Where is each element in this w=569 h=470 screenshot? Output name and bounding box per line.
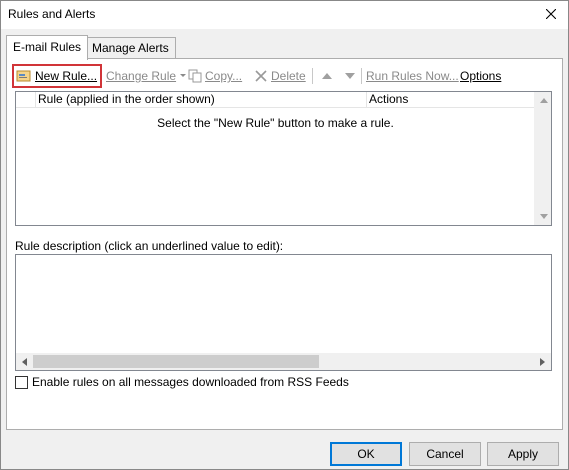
toolbar-separator <box>361 68 362 84</box>
delete-icon <box>254 69 268 83</box>
rule-column-header[interactable]: Rule (applied in the order shown) <box>36 92 367 107</box>
actions-column-header[interactable]: Actions <box>367 92 535 107</box>
copy-button[interactable]: Copy... <box>188 64 242 88</box>
cancel-button[interactable]: Cancel <box>409 442 481 466</box>
chevron-down-icon <box>539 214 548 219</box>
arrow-down-icon <box>345 73 355 79</box>
description-horizontal-scrollbar[interactable] <box>16 353 551 370</box>
ok-button-label: OK <box>357 447 375 461</box>
new-rule-icon <box>16 69 32 83</box>
new-rule-label: New Rule... <box>35 69 98 83</box>
ok-button[interactable]: OK <box>330 442 402 466</box>
run-rules-now-label: Run Rules Now... <box>366 69 459 83</box>
options-button[interactable]: Options <box>460 64 501 88</box>
rule-description-label: Rule description (click an underlined va… <box>15 239 284 253</box>
change-rule-button[interactable]: Change Rule <box>106 64 187 88</box>
tab-email-rules-label: E-mail Rules <box>13 40 82 54</box>
close-button[interactable] <box>538 3 564 25</box>
rss-checkbox-label: Enable rules on all messages downloaded … <box>32 375 349 389</box>
rules-list-scrollbar[interactable] <box>534 92 551 225</box>
title-bar: Rules and Alerts <box>1 1 568 29</box>
tab-email-rules[interactable]: E-mail Rules <box>6 35 89 60</box>
empty-rules-message: Select the "New Rule" button to make a r… <box>157 116 394 130</box>
scrollbar-thumb[interactable] <box>33 355 319 368</box>
scroll-right-arrow[interactable] <box>534 353 551 370</box>
copy-icon <box>188 69 202 83</box>
rss-option-row[interactable]: Enable rules on all messages downloaded … <box>15 375 349 389</box>
tab-manage-alerts[interactable]: Manage Alerts <box>85 37 176 59</box>
new-rule-button[interactable]: New Rule... <box>12 64 103 88</box>
move-down-button[interactable] <box>345 64 355 88</box>
scroll-down-arrow[interactable] <box>535 208 552 225</box>
options-label: Options <box>460 69 502 83</box>
email-rules-panel: New Rule... Change Rule Copy... Delete R… <box>6 58 563 430</box>
delete-label: Delete <box>271 69 306 83</box>
close-icon <box>546 9 556 19</box>
cancel-button-label: Cancel <box>426 447 464 461</box>
move-up-button[interactable] <box>322 64 332 88</box>
scroll-left-arrow[interactable] <box>16 353 33 370</box>
chevron-down-icon <box>180 74 187 77</box>
rules-toolbar: New Rule... Change Rule Copy... Delete R… <box>12 64 557 88</box>
rules-list[interactable]: Rule (applied in the order shown) Action… <box>15 91 552 226</box>
rule-description-box[interactable] <box>15 254 552 371</box>
copy-label: Copy... <box>205 69 243 83</box>
apply-button-label: Apply <box>507 447 539 461</box>
rss-checkbox[interactable] <box>15 375 28 389</box>
checkbox-column-header[interactable] <box>16 92 36 107</box>
chevron-right-icon <box>540 357 545 366</box>
window-title: Rules and Alerts <box>8 7 96 21</box>
scroll-up-arrow[interactable] <box>535 92 552 109</box>
arrow-up-icon <box>322 73 332 79</box>
rules-list-header: Rule (applied in the order shown) Action… <box>16 92 535 108</box>
toolbar-separator <box>312 68 313 84</box>
chevron-left-icon <box>22 357 27 366</box>
chevron-up-icon <box>539 98 548 103</box>
tab-manage-alerts-label: Manage Alerts <box>92 41 169 55</box>
change-rule-label: Change Rule <box>106 69 177 83</box>
apply-button[interactable]: Apply <box>487 442 559 466</box>
rules-and-alerts-dialog: Rules and Alerts E-mail Rules Manage Ale… <box>0 0 569 470</box>
run-rules-now-button[interactable]: Run Rules Now... <box>366 64 459 88</box>
delete-button[interactable]: Delete <box>254 64 306 88</box>
